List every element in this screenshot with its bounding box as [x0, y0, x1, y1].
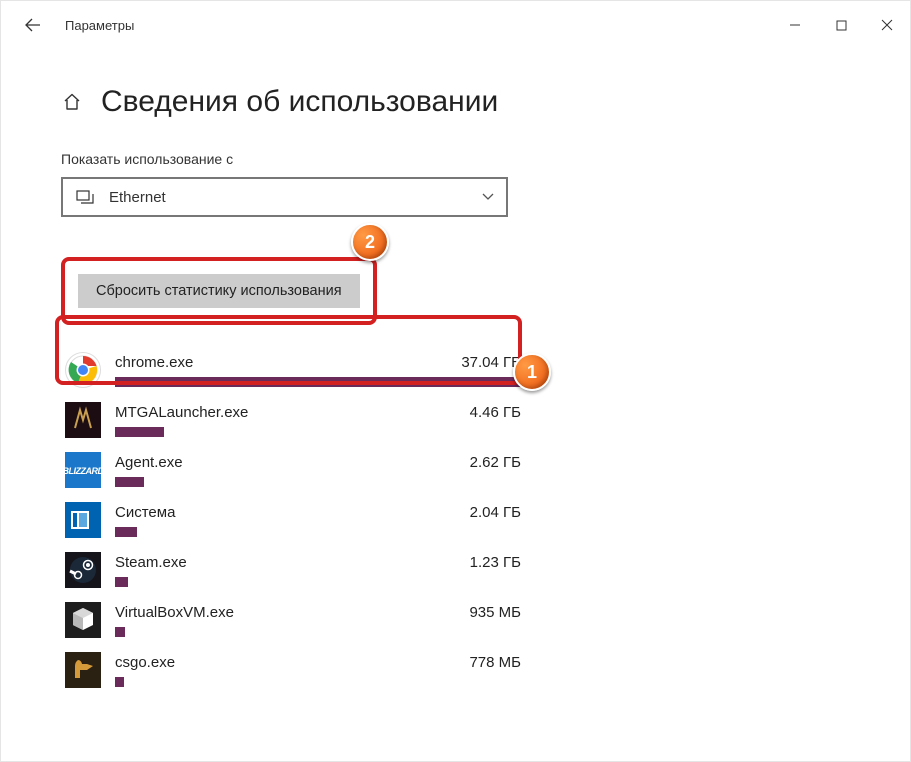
app-name: chrome.exe — [115, 354, 193, 371]
ethernet-icon — [75, 190, 95, 204]
close-button[interactable] — [864, 1, 910, 49]
maximize-button[interactable] — [818, 1, 864, 49]
page-title: Сведения об использовании — [101, 85, 498, 119]
filter-label: Показать использование с — [61, 151, 850, 167]
app-usage-value: 4.46 ГБ — [470, 404, 521, 421]
usage-bar — [115, 427, 164, 437]
app-info: Система 2.04 ГБ — [115, 502, 521, 537]
annotation-badge-2: 2 — [351, 223, 389, 261]
app-info: VirtualBoxVM.exe 935 МБ — [115, 602, 521, 637]
app-title: Параметры — [65, 18, 134, 33]
mtga-icon — [65, 402, 101, 438]
network-adapter-dropdown[interactable]: Ethernet — [61, 177, 508, 217]
app-row[interactable]: Steam.exe 1.23 ГБ — [61, 545, 521, 595]
app-usage-list: chrome.exe 37.04 ГБ MTGALauncher.exe 4.46 Г… — [61, 345, 850, 695]
back-button[interactable] — [15, 7, 51, 43]
system-icon — [65, 502, 101, 538]
window-controls — [772, 1, 910, 49]
reset-usage-button[interactable]: Сбросить статистику использования — [78, 274, 360, 308]
app-info: csgo.exe 778 МБ — [115, 652, 521, 687]
app-usage-value: 37.04 ГБ — [461, 354, 521, 371]
dropdown-selected-value: Ethernet — [109, 189, 482, 206]
chrome-icon — [65, 352, 101, 388]
app-info: Agent.exe 2.62 ГБ — [115, 452, 521, 487]
annotation-highlight-reset: Сбросить статистику использования — [61, 257, 377, 325]
app-usage-value: 2.04 ГБ — [470, 504, 521, 521]
app-usage-value: 2.62 ГБ — [470, 454, 521, 471]
home-icon[interactable] — [61, 91, 83, 113]
minimize-button[interactable] — [772, 1, 818, 49]
usage-bar — [115, 577, 128, 587]
usage-bar — [115, 627, 125, 637]
app-row[interactable]: csgo.exe 778 МБ — [61, 645, 521, 695]
app-row[interactable]: BLIZZARD Agent.exe 2.62 ГБ — [61, 445, 521, 495]
app-name: Steam.exe — [115, 554, 187, 571]
titlebar: Параметры — [1, 1, 910, 49]
chevron-down-icon — [482, 188, 494, 206]
usage-bar — [115, 477, 144, 487]
app-usage-value: 935 МБ — [469, 604, 521, 621]
vbox-icon — [65, 602, 101, 638]
content-area: Сведения об использовании Показать испол… — [1, 85, 910, 695]
app-name: Система — [115, 504, 175, 521]
app-info: Steam.exe 1.23 ГБ — [115, 552, 521, 587]
usage-bar — [115, 677, 124, 687]
app-info: chrome.exe 37.04 ГБ — [115, 352, 521, 387]
steam-icon — [65, 552, 101, 588]
svg-text:BLIZZARD: BLIZZARD — [65, 466, 101, 476]
app-name: VirtualBoxVM.exe — [115, 604, 234, 621]
annotation-badge-1: 1 — [513, 353, 551, 391]
app-row[interactable]: Система 2.04 ГБ — [61, 495, 521, 545]
csgo-icon — [65, 652, 101, 688]
app-usage-value: 778 МБ — [469, 654, 521, 671]
app-info: MTGALauncher.exe 4.46 ГБ — [115, 402, 521, 437]
agent-icon: BLIZZARD — [65, 452, 101, 488]
app-usage-value: 1.23 ГБ — [470, 554, 521, 571]
minimize-icon — [789, 19, 801, 31]
back-arrow-icon — [25, 17, 41, 33]
app-name: MTGALauncher.exe — [115, 404, 248, 421]
usage-bar — [115, 527, 137, 537]
maximize-icon — [836, 20, 847, 31]
app-name: csgo.exe — [115, 654, 175, 671]
app-row[interactable]: MTGALauncher.exe 4.46 ГБ — [61, 395, 521, 445]
usage-bar — [115, 377, 521, 387]
app-row[interactable]: chrome.exe 37.04 ГБ — [61, 345, 521, 395]
close-icon — [881, 19, 893, 31]
app-name: Agent.exe — [115, 454, 183, 471]
app-row[interactable]: VirtualBoxVM.exe 935 МБ — [61, 595, 521, 645]
